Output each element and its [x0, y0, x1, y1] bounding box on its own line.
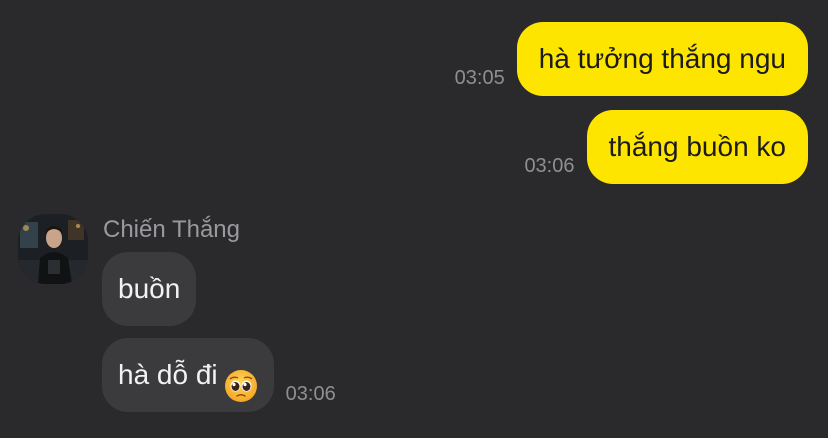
message-time: 03:05	[454, 67, 505, 89]
message-bubble-outgoing[interactable]: thắng buồn ko	[586, 110, 808, 184]
chat-area: 03:05 hà tưởng thắng ngu 03:06 thắng buồ…	[0, 0, 828, 438]
message-text: buồn	[118, 273, 181, 304]
message-row-incoming: buồn	[102, 252, 197, 326]
message-row-outgoing: 03:06 thắng buồn ko	[524, 110, 808, 184]
message-bubble-outgoing[interactable]: hà tưởng thắng ngu	[516, 22, 808, 96]
avatar[interactable]	[18, 214, 88, 284]
message-time: 03:06	[524, 155, 575, 177]
message-bubble-incoming[interactable]: hà dỗ đi	[102, 338, 274, 412]
message-text: hà dỗ đi	[118, 359, 218, 390]
message-row-incoming: hà dỗ đi 03:06	[102, 338, 336, 412]
message-row-outgoing: 03:05 hà tưởng thắng ngu	[455, 22, 808, 96]
message-time: 03:06	[285, 383, 336, 405]
message-bubble-incoming[interactable]: buồn	[102, 252, 197, 326]
pleading-face-icon	[224, 357, 258, 402]
sender-name: Chiến Thắng	[103, 216, 240, 243]
